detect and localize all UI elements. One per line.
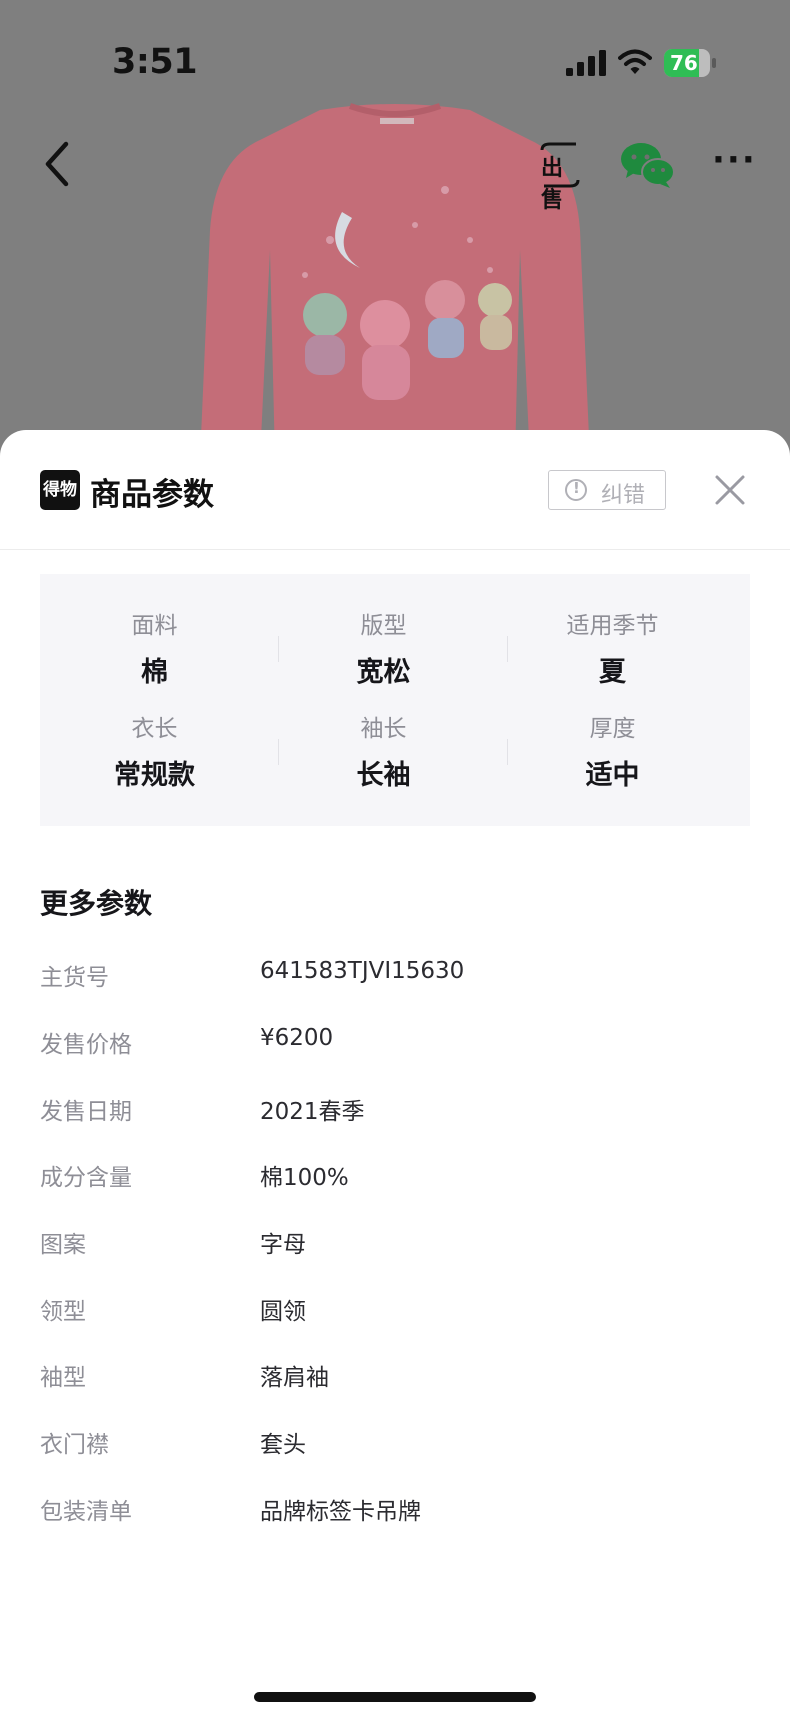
key-param-cell: 袖长 长袖: [269, 705, 498, 801]
divider: [507, 636, 508, 662]
param-key: 袖型: [40, 1365, 86, 1391]
sell-label: 出售: [541, 156, 564, 213]
param-key: 图案: [40, 1232, 86, 1258]
key-param-value: 宽松: [356, 657, 411, 688]
status-time: 3:51: [112, 42, 198, 82]
battery-percentage: 76: [670, 51, 698, 75]
dewu-logo: 得物: [40, 470, 80, 510]
key-param-cell: 厚度 适中: [498, 705, 727, 801]
param-value: ¥6200: [260, 1025, 334, 1051]
key-param-value: 常规款: [114, 760, 195, 791]
report-error-button[interactable]: 纠错: [548, 470, 666, 510]
param-row: 成分含量 棉100%: [40, 1158, 750, 1198]
key-param-value: 夏: [599, 657, 626, 688]
param-key: 成分含量: [40, 1165, 132, 1191]
param-row: 发售日期 2021春季: [40, 1092, 750, 1132]
divider: [507, 739, 508, 765]
param-key: 发售价格: [40, 1032, 132, 1058]
param-row: 衣门襟 套头: [40, 1425, 750, 1465]
param-key: 发售日期: [40, 1099, 132, 1125]
product-params-sheet: 得物 商品参数 纠错 面料 棉 版型 宽松 适用季节 夏 衣长 常规款 袖长 长…: [0, 430, 790, 1718]
sell-button[interactable]: 出售: [536, 142, 584, 213]
param-value: 品牌标签卡吊牌: [260, 1499, 421, 1525]
param-key: 包装清单: [40, 1499, 132, 1525]
wechat-share-icon[interactable]: [620, 140, 676, 190]
sheet-title: 商品参数: [90, 477, 214, 513]
exclamation-circle-icon: [565, 479, 587, 501]
key-param-label: 版型: [360, 613, 407, 639]
param-key: 衣门襟: [40, 1432, 109, 1458]
param-row: 主货号 641583TJVI15630: [40, 958, 750, 998]
key-param-value: 长袖: [356, 760, 411, 791]
param-value: 字母: [260, 1232, 306, 1258]
status-bar: 3:51 76: [0, 0, 790, 120]
key-param-cell: 面料 棉: [40, 602, 269, 698]
key-param-label: 面料: [131, 613, 178, 639]
param-key: 主货号: [40, 965, 109, 991]
param-row: 袖型 落肩袖: [40, 1358, 750, 1398]
more-options-icon[interactable]: ···: [712, 143, 756, 180]
key-param-value: 适中: [585, 760, 640, 791]
key-param-value: 棉: [141, 657, 168, 688]
param-value: 641583TJVI15630: [260, 958, 465, 984]
param-row: 图案 字母: [40, 1225, 750, 1265]
param-value: 套头: [260, 1432, 306, 1458]
key-param-label: 适用季节: [566, 613, 659, 639]
param-value: 棉100%: [260, 1165, 349, 1191]
divider: [278, 636, 279, 662]
param-row: 包装清单 品牌标签卡吊牌: [40, 1492, 750, 1532]
back-chevron-icon[interactable]: [38, 138, 78, 190]
wifi-icon: [618, 49, 652, 74]
close-icon[interactable]: [712, 472, 748, 508]
key-param-cell: 适用季节 夏: [498, 602, 727, 698]
key-params-grid: 面料 棉 版型 宽松 适用季节 夏 衣长 常规款 袖长 长袖 厚度 适中: [40, 574, 750, 826]
param-key: 领型: [40, 1299, 86, 1325]
sheet-header: 得物 商品参数 纠错: [0, 430, 790, 550]
key-param-label: 厚度: [589, 716, 636, 742]
report-error-label: 纠错: [601, 483, 646, 508]
product-image: [200, 103, 590, 460]
divider: [278, 739, 279, 765]
key-param-cell: 衣长 常规款: [40, 705, 269, 801]
home-indicator[interactable]: [254, 1692, 536, 1702]
cellular-signal-icon: [566, 50, 606, 76]
param-value: 2021春季: [260, 1099, 365, 1125]
param-row: 领型 圆领: [40, 1292, 750, 1332]
battery-icon: 76: [664, 49, 716, 77]
param-value: 圆领: [260, 1299, 306, 1325]
param-row: 发售价格 ¥6200: [40, 1025, 750, 1065]
key-param-cell: 版型 宽松: [269, 602, 498, 698]
key-param-label: 衣长: [131, 716, 178, 742]
more-params-title: 更多参数: [40, 887, 153, 920]
param-value: 落肩袖: [260, 1365, 329, 1391]
key-param-label: 袖长: [360, 716, 407, 742]
